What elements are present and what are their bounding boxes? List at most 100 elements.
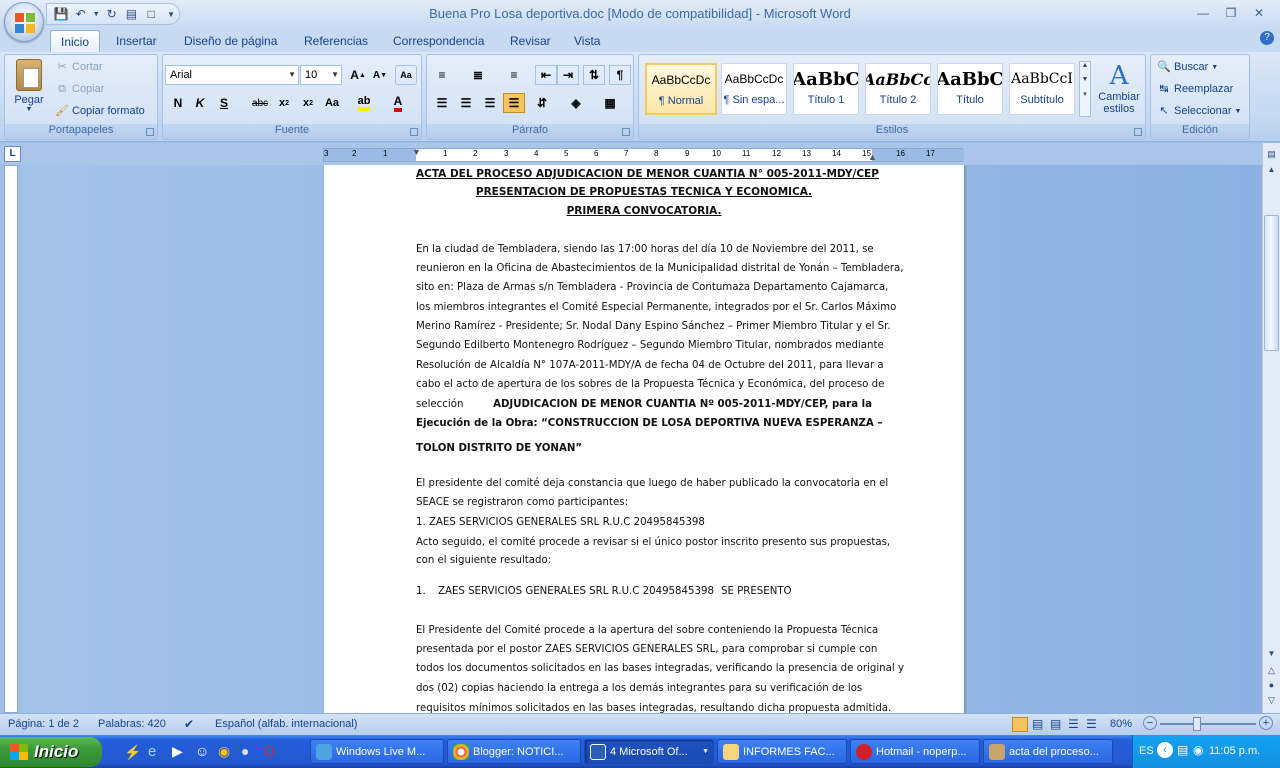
subscript-button[interactable]: x2 bbox=[273, 93, 295, 113]
zoom-out-icon[interactable]: − bbox=[1143, 716, 1157, 730]
start-button[interactable]: Inicio bbox=[0, 737, 102, 767]
document-area[interactable]: ACTA DEL PROCESO ADJUDICACION DE MENOR C… bbox=[22, 165, 1262, 713]
quicklaunch-chrome-icon[interactable]: ◉ bbox=[218, 743, 230, 760]
multilevel-list-icon[interactable]: ≡ bbox=[503, 65, 525, 85]
quicklaunch-winamp-icon[interactable]: ⚡ bbox=[124, 744, 141, 761]
previous-page-icon[interactable]: △ bbox=[1264, 665, 1279, 679]
help-icon[interactable]: ? bbox=[1260, 31, 1274, 45]
font-launcher-icon[interactable] bbox=[410, 128, 418, 136]
borders-icon[interactable]: ▦ bbox=[599, 93, 621, 113]
italic-button[interactable]: K bbox=[189, 93, 211, 113]
chevron-left-icon[interactable]: ‹ bbox=[1157, 742, 1173, 758]
style-subtitulo[interactable]: AaBbCcI Subtítulo bbox=[1009, 63, 1075, 115]
close-icon[interactable]: ✕ bbox=[1246, 4, 1272, 22]
tray-app-icon[interactable]: ◉ bbox=[1193, 743, 1203, 757]
quicklaunch-messenger-icon[interactable]: ☺ bbox=[195, 743, 209, 759]
select-button[interactable]: ↖ Seleccionar ▼ bbox=[1157, 104, 1241, 118]
font-size-combo[interactable]: 10 ▼ bbox=[300, 65, 342, 85]
decrease-indent-icon[interactable]: ⇤ bbox=[535, 65, 557, 85]
replace-button[interactable]: ↹ Reemplazar bbox=[1157, 82, 1233, 96]
change-styles-button[interactable]: A Cambiar estilos bbox=[1095, 61, 1143, 115]
grow-font-button[interactable]: A ▲ bbox=[347, 65, 369, 85]
tab-correspondencia[interactable]: Correspondencia bbox=[393, 30, 484, 52]
undo-icon[interactable]: ↶ bbox=[73, 5, 89, 23]
vertical-ruler[interactable] bbox=[4, 165, 18, 713]
zoom-slider-thumb[interactable] bbox=[1193, 717, 1201, 731]
horizontal-ruler[interactable]: 3 2 1 1 2 3 4 5 6 7 8 9 10 11 12 13 14 1… bbox=[323, 147, 964, 162]
paste-button[interactable]: Pegar ▼ bbox=[11, 59, 47, 121]
browse-object-icon[interactable]: ● bbox=[1264, 680, 1279, 694]
align-right-icon[interactable]: ☰ bbox=[479, 93, 501, 113]
next-page-icon[interactable]: ▽ bbox=[1264, 695, 1279, 709]
clipboard-launcher-icon[interactable] bbox=[146, 128, 154, 136]
taskbar-item-hotmail[interactable]: Hotmail - noperp... bbox=[850, 739, 980, 764]
style-titulo[interactable]: AaBbC Título bbox=[937, 63, 1003, 115]
highlight-icon[interactable]: ab bbox=[353, 93, 375, 113]
scroll-down-icon[interactable]: ▼ bbox=[1264, 649, 1279, 663]
indent-marker-icon[interactable]: ▼ bbox=[412, 147, 421, 157]
change-case-button[interactable]: Aa bbox=[321, 93, 343, 113]
ruler-toggle-icon[interactable]: ▤ bbox=[1264, 149, 1279, 163]
align-left-icon[interactable]: ☰ bbox=[431, 93, 453, 113]
font-name-combo[interactable]: Arial ▼ bbox=[165, 65, 299, 85]
style-normal[interactable]: AaBbCcDc ¶ Normal bbox=[645, 63, 717, 115]
clock[interactable]: 11:05 p.m. bbox=[1209, 745, 1260, 757]
outline-icon[interactable]: ☰ bbox=[1068, 717, 1079, 731]
sort-icon[interactable]: ⇅ bbox=[583, 65, 605, 85]
styles-scroll[interactable]: ▲ ▼ ▾ bbox=[1079, 61, 1091, 117]
taskbar-item-acta[interactable]: acta del proceso... bbox=[983, 739, 1113, 764]
proofing-icon[interactable]: ✔ bbox=[184, 717, 194, 731]
underline-button[interactable]: S bbox=[213, 93, 235, 113]
taskbar-item-word[interactable]: 4 Microsoft Of... ▼ bbox=[584, 739, 714, 764]
tab-referencias[interactable]: Referencias bbox=[304, 30, 368, 52]
draft-icon[interactable]: ☰ bbox=[1086, 717, 1097, 731]
numbering-icon[interactable]: ≣ bbox=[467, 65, 489, 85]
zoom-level[interactable]: 80% bbox=[1110, 718, 1132, 730]
bullets-icon[interactable]: ≡ bbox=[431, 65, 453, 85]
scroll-thumb[interactable] bbox=[1264, 215, 1279, 351]
word-count[interactable]: Palabras: 420 bbox=[98, 718, 166, 730]
tab-inicio[interactable]: Inicio bbox=[50, 30, 101, 52]
justify-icon[interactable]: ☰ bbox=[503, 93, 525, 113]
right-indent-marker-icon[interactable]: ▲ bbox=[868, 152, 877, 162]
taskbar-item-informes[interactable]: INFORMES FAC... bbox=[717, 739, 847, 764]
restore-icon[interactable]: ❐ bbox=[1218, 4, 1244, 22]
font-color-icon[interactable]: A bbox=[387, 93, 409, 113]
undo-dropdown-icon[interactable]: ▼ bbox=[93, 5, 100, 23]
strikethrough-button[interactable]: abc bbox=[249, 93, 271, 113]
document-page[interactable]: ACTA DEL PROCESO ADJUDICACION DE MENOR C… bbox=[324, 165, 964, 713]
minimize-icon[interactable]: — bbox=[1190, 4, 1216, 22]
print-preview-icon[interactable]: ▤ bbox=[124, 5, 140, 23]
redo-icon[interactable]: ↻ bbox=[104, 5, 120, 23]
language-indicator[interactable]: ES bbox=[1139, 745, 1154, 757]
tab-selector-icon[interactable]: L bbox=[4, 146, 21, 162]
increase-indent-icon[interactable]: ⇥ bbox=[557, 65, 579, 85]
tab-revisar[interactable]: Revisar bbox=[510, 30, 551, 52]
save-icon[interactable]: 💾 bbox=[53, 5, 69, 23]
copy-button[interactable]: ⧉ Copiar bbox=[55, 82, 104, 96]
paragraph-launcher-icon[interactable] bbox=[622, 128, 630, 136]
style-titulo-1[interactable]: AaBbC Título 1 bbox=[793, 63, 859, 115]
taskbar-item-blogger[interactable]: Blogger: NOTICI... bbox=[447, 739, 581, 764]
tab-diseno-pagina[interactable]: Diseño de página bbox=[184, 30, 277, 52]
language-status[interactable]: Español (alfab. internacional) bbox=[215, 718, 357, 730]
pilcrow-icon[interactable]: ¶ bbox=[609, 65, 631, 85]
shading-icon[interactable]: ◈ bbox=[565, 93, 587, 113]
style-titulo-2[interactable]: AaBbCc Título 2 bbox=[865, 63, 931, 115]
line-spacing-icon[interactable]: ⇵ bbox=[531, 93, 553, 113]
full-screen-reading-icon[interactable]: ▤ bbox=[1032, 717, 1043, 731]
zoom-in-icon[interactable]: + bbox=[1259, 716, 1273, 730]
find-button[interactable]: 🔍 Buscar ▼ bbox=[1157, 60, 1218, 74]
network-icon[interactable]: ▤ bbox=[1177, 743, 1188, 757]
shrink-font-button[interactable]: A ▼ bbox=[369, 65, 391, 85]
style-sin-espaciado[interactable]: AaBbCcDc ¶ Sin espa... bbox=[721, 63, 787, 115]
new-document-icon[interactable]: □ bbox=[143, 5, 159, 23]
customize-qat-icon[interactable]: ▼ bbox=[163, 5, 179, 23]
align-center-icon[interactable]: ☰ bbox=[455, 93, 477, 113]
quicklaunch-media-icon[interactable]: ▶ bbox=[172, 743, 183, 760]
office-button[interactable] bbox=[4, 2, 44, 42]
styles-launcher-icon[interactable] bbox=[1134, 128, 1142, 136]
format-painter-button[interactable]: 🖌 Copiar formato bbox=[55, 104, 145, 118]
zoom-slider[interactable] bbox=[1160, 723, 1256, 725]
taskbar-item-windows-live[interactable]: Windows Live M... bbox=[310, 739, 444, 764]
